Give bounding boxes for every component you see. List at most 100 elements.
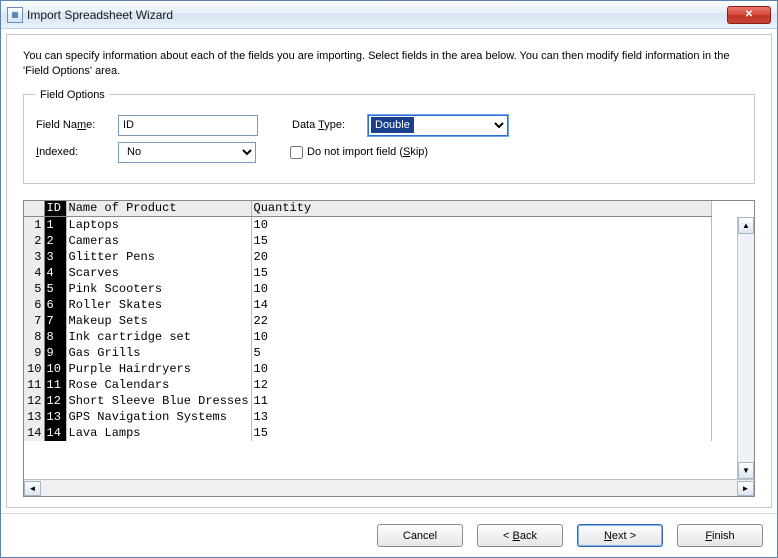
cell-qty[interactable]: 15 <box>251 265 711 281</box>
button-bar: Cancel < Back Next > Finish <box>1 513 777 557</box>
table-row[interactable]: 88Ink cartridge set10 <box>24 329 711 345</box>
vertical-scrollbar[interactable]: ▲ ▼ <box>737 217 754 479</box>
row-number: 7 <box>24 313 44 329</box>
horizontal-scrollbar[interactable]: ◄ ► <box>24 479 754 496</box>
cell-name[interactable]: Scarves <box>66 265 251 281</box>
cell-qty[interactable]: 14 <box>251 297 711 313</box>
col-header-name[interactable]: Name of Product <box>66 201 251 217</box>
row-number: 13 <box>24 409 44 425</box>
cell-name[interactable]: Makeup Sets <box>66 313 251 329</box>
cell-name[interactable]: Short Sleeve Blue Dresses <box>66 393 251 409</box>
table-row[interactable]: 33Glitter Pens20 <box>24 249 711 265</box>
field-options-legend: Field Options <box>36 89 109 101</box>
table-row[interactable]: 44Scarves15 <box>24 265 711 281</box>
cell-id[interactable]: 13 <box>44 409 66 425</box>
table-row[interactable]: 1010Purple Hairdryers10 <box>24 361 711 377</box>
cell-id[interactable]: 11 <box>44 377 66 393</box>
table-row[interactable]: 77Makeup Sets22 <box>24 313 711 329</box>
table-row[interactable]: 55Pink Scooters10 <box>24 281 711 297</box>
cell-name[interactable]: Laptops <box>66 217 251 233</box>
cell-id[interactable]: 12 <box>44 393 66 409</box>
row-number: 8 <box>24 329 44 345</box>
cell-qty[interactable]: 11 <box>251 393 711 409</box>
row-number: 2 <box>24 233 44 249</box>
cell-name[interactable]: Pink Scooters <box>66 281 251 297</box>
col-header-qty[interactable]: Quantity <box>251 201 711 217</box>
row-number: 1 <box>24 217 44 233</box>
table-row[interactable]: 1414Lava Lamps15 <box>24 425 711 441</box>
cell-name[interactable]: Purple Hairdryers <box>66 361 251 377</box>
wizard-body: You can specify information about each o… <box>6 34 772 508</box>
field-name-label: Field Name: <box>36 119 108 131</box>
table-row[interactable]: 22Cameras15 <box>24 233 711 249</box>
table-row[interactable]: 99Gas Grills5 <box>24 345 711 361</box>
cell-name[interactable]: Cameras <box>66 233 251 249</box>
titlebar: ▦ Import Spreadsheet Wizard ✕ <box>1 1 777 29</box>
cell-name[interactable]: Rose Calendars <box>66 377 251 393</box>
table-row[interactable]: 66Roller Skates14 <box>24 297 711 313</box>
window-title: Import Spreadsheet Wizard <box>27 8 727 22</box>
cell-id[interactable]: 7 <box>44 313 66 329</box>
data-type-label: Data Type: <box>292 119 358 131</box>
grid-header-row: ID Name of Product Quantity <box>24 201 711 217</box>
indexed-select[interactable]: No <box>118 142 256 163</box>
cell-name[interactable]: GPS Navigation Systems <box>66 409 251 425</box>
cell-id[interactable]: 5 <box>44 281 66 297</box>
cell-qty[interactable]: 10 <box>251 361 711 377</box>
cell-id[interactable]: 3 <box>44 249 66 265</box>
wizard-icon: ▦ <box>7 7 23 23</box>
cell-name[interactable]: Gas Grills <box>66 345 251 361</box>
field-name-input[interactable] <box>118 115 258 136</box>
skip-checkbox[interactable] <box>290 146 303 159</box>
table-row[interactable]: 1212Short Sleeve Blue Dresses11 <box>24 393 711 409</box>
cell-qty[interactable]: 5 <box>251 345 711 361</box>
cell-id[interactable]: 2 <box>44 233 66 249</box>
cell-id[interactable]: 6 <box>44 297 66 313</box>
skip-label: Do not import field (Skip) <box>307 146 428 158</box>
close-button[interactable]: ✕ <box>727 6 771 24</box>
row-number: 5 <box>24 281 44 297</box>
table-row[interactable]: 11Laptops10 <box>24 217 711 233</box>
col-header-id[interactable]: ID <box>44 201 66 217</box>
intro-text: You can specify information about each o… <box>23 49 755 79</box>
row-number: 11 <box>24 377 44 393</box>
cell-name[interactable]: Ink cartridge set <box>66 329 251 345</box>
table-row[interactable]: 1111Rose Calendars12 <box>24 377 711 393</box>
cancel-button[interactable]: Cancel <box>377 524 463 547</box>
data-grid: ID Name of Product Quantity 11Laptops102… <box>23 200 755 497</box>
row-number: 10 <box>24 361 44 377</box>
scroll-down-icon[interactable]: ▼ <box>738 462 754 479</box>
cell-qty[interactable]: 10 <box>251 281 711 297</box>
cell-qty[interactable]: 12 <box>251 377 711 393</box>
scroll-left-icon[interactable]: ◄ <box>24 481 41 496</box>
row-number: 14 <box>24 425 44 441</box>
cell-id[interactable]: 8 <box>44 329 66 345</box>
cell-name[interactable]: Roller Skates <box>66 297 251 313</box>
cell-qty[interactable]: 10 <box>251 217 711 233</box>
cell-qty[interactable]: 22 <box>251 313 711 329</box>
cell-id[interactable]: 1 <box>44 217 66 233</box>
cell-qty[interactable]: 10 <box>251 329 711 345</box>
cell-qty[interactable]: 15 <box>251 425 711 441</box>
cell-qty[interactable]: 13 <box>251 409 711 425</box>
cell-name[interactable]: Lava Lamps <box>66 425 251 441</box>
table-row[interactable]: 1313GPS Navigation Systems13 <box>24 409 711 425</box>
scroll-right-icon[interactable]: ► <box>737 481 754 496</box>
wizard-window: ▦ Import Spreadsheet Wizard ✕ You can sp… <box>0 0 778 558</box>
finish-button[interactable]: Finish <box>677 524 763 547</box>
row-number: 4 <box>24 265 44 281</box>
data-type-select[interactable]: Double <box>368 115 508 136</box>
back-button[interactable]: < Back <box>477 524 563 547</box>
close-icon: ✕ <box>745 9 753 20</box>
scroll-up-icon[interactable]: ▲ <box>738 217 754 234</box>
cell-qty[interactable]: 20 <box>251 249 711 265</box>
cell-id[interactable]: 14 <box>44 425 66 441</box>
row-number: 6 <box>24 297 44 313</box>
next-button[interactable]: Next > <box>577 524 663 547</box>
cell-id[interactable]: 10 <box>44 361 66 377</box>
cell-qty[interactable]: 15 <box>251 233 711 249</box>
cell-id[interactable]: 4 <box>44 265 66 281</box>
vscroll-track[interactable] <box>738 234 754 462</box>
cell-id[interactable]: 9 <box>44 345 66 361</box>
cell-name[interactable]: Glitter Pens <box>66 249 251 265</box>
